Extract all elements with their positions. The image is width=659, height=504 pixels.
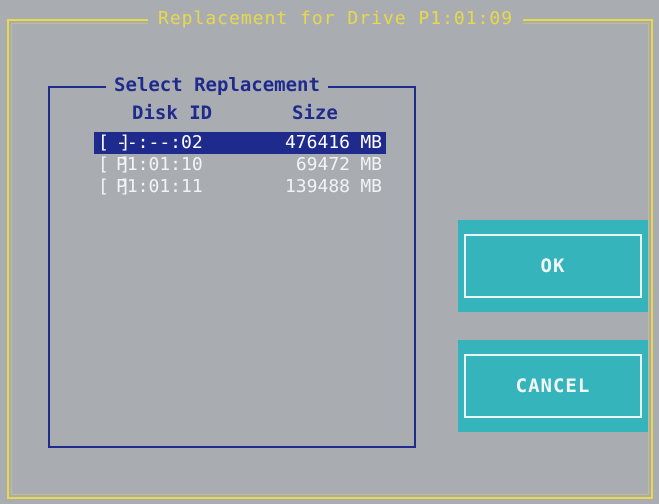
ok-button-label: OK	[540, 255, 566, 277]
column-header-disk-id: Disk ID	[132, 102, 213, 124]
column-header-size: Size	[292, 102, 338, 124]
disk-id: P1:01:11	[116, 176, 203, 197]
disk-row[interactable]: [ ] --:--:02 476416 MB	[94, 132, 386, 154]
disk-size: 69472	[295, 154, 350, 175]
disk-size-unit: MB	[360, 154, 382, 175]
disk-size-unit: MB	[360, 176, 382, 197]
group-title: Select Replacement	[106, 73, 328, 97]
dialog-title: Replacement for Drive P1:01:09	[148, 8, 524, 30]
disk-size-unit: MB	[360, 132, 382, 153]
disk-id: --:--:02	[116, 132, 203, 153]
disk-row[interactable]: [ ] P1:01:10 69472 MB	[94, 154, 386, 176]
disk-row[interactable]: [ ] P1:01:11 139488 MB	[94, 176, 386, 198]
cancel-button[interactable]: CANCEL	[458, 340, 648, 432]
disk-size: 139488	[284, 176, 350, 197]
disk-list: [ ] --:--:02 476416 MB [ ] P1:01:10 6947…	[94, 132, 386, 198]
replacement-dialog: Replacement for Drive P1:01:09 Select Re…	[0, 0, 659, 504]
ok-button[interactable]: OK	[458, 220, 648, 312]
disk-size: 476416	[284, 132, 350, 153]
disk-id: P1:01:10	[116, 154, 203, 175]
cancel-button-label: CANCEL	[515, 375, 591, 397]
